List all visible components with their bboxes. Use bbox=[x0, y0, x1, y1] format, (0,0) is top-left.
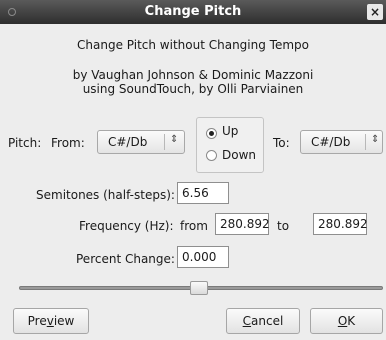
from-note-select[interactable]: C#/Db ⇕ bbox=[97, 130, 185, 154]
semitones-input[interactable]: 6.56 bbox=[177, 182, 229, 204]
down-label[interactable]: Down bbox=[222, 148, 256, 162]
header-authors: by Vaughan Johnson & Dominic Mazzoni bbox=[72, 68, 314, 82]
to-note-value: C#/Db bbox=[311, 135, 351, 149]
select-arrows-icon: ⇕ bbox=[371, 134, 380, 145]
pitch-label: Pitch: bbox=[8, 136, 42, 150]
frequency-to-input[interactable]: 280.892 bbox=[313, 213, 368, 235]
up-label[interactable]: Up bbox=[222, 124, 238, 138]
semitones-label: Semitones (half-steps): bbox=[36, 188, 175, 202]
down-radio[interactable] bbox=[206, 150, 217, 161]
select-arrows-icon: ⇕ bbox=[170, 134, 179, 145]
frequency-from-label: from bbox=[180, 219, 208, 233]
header-title: Change Pitch without Changing Tempo bbox=[77, 38, 309, 52]
header-soundtouch: using SoundTouch, by Olli Parviainen bbox=[82, 82, 304, 96]
frequency-from-input[interactable]: 280.892 bbox=[215, 213, 270, 235]
preview-button[interactable]: Preview bbox=[13, 308, 89, 334]
percent-input[interactable]: 0.000 bbox=[177, 246, 229, 268]
direction-group: Up Down bbox=[196, 117, 264, 173]
frequency-label: Frequency (Hz): bbox=[79, 219, 174, 233]
ok-button[interactable]: OK bbox=[310, 308, 383, 334]
percent-slider-handle[interactable] bbox=[190, 281, 208, 295]
percent-label: Percent Change: bbox=[76, 252, 175, 266]
from-note-value: C#/Db bbox=[108, 135, 148, 149]
to-note-select[interactable]: C#/Db ⇕ bbox=[300, 130, 383, 154]
window-title: Change Pitch bbox=[144, 4, 242, 19]
up-radio[interactable] bbox=[206, 128, 217, 139]
cancel-button[interactable]: Cancel bbox=[226, 308, 300, 334]
from-label: From: bbox=[51, 136, 85, 150]
titlebar: Change Pitch × bbox=[0, 0, 386, 24]
frequency-to-label: to bbox=[277, 219, 290, 233]
to-label: To: bbox=[273, 136, 290, 150]
change-pitch-dialog: Change Pitch × Change Pitch without Chan… bbox=[0, 0, 386, 340]
close-icon[interactable]: × bbox=[367, 4, 383, 20]
